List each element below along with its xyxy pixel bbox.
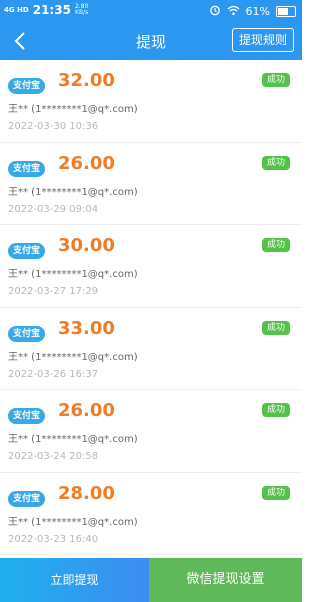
withdraw-now-button[interactable]: 立即提现: [0, 558, 149, 602]
list-item[interactable]: 支付宝 30.00 成功 王** (1********1@q*.com) 202…: [0, 225, 302, 308]
withdraw-amount: 28.00: [58, 482, 115, 504]
account-text: 王** (1********1@q*.com): [8, 351, 138, 363]
timestamp: 2022-03-29 09:04: [8, 203, 99, 215]
withdraw-amount: 33.00: [58, 317, 115, 339]
payment-method-badge: 支付宝: [8, 325, 46, 342]
withdraw-record-list: 支付宝 32.00 成功 王** (1********1@q*.com) 202…: [0, 60, 302, 555]
payment-method-badge: 支付宝: [8, 78, 46, 94]
status-badge: 成功: [261, 155, 290, 170]
list-item[interactable]: 支付宝 28.00 成功 王** (1********1@q*.com) 202…: [0, 472, 302, 555]
status-badge: 成功: [261, 403, 290, 417]
timestamp: 2022-03-30 10:36: [8, 121, 99, 132]
payment-method-badge: 支付宝: [8, 160, 46, 177]
wechat-withdraw-settings-button[interactable]: 微信提现设置: [149, 558, 302, 602]
account-text: 王** (1********1@q*.com): [8, 516, 138, 528]
timestamp: 2022-03-26 16:37: [8, 368, 99, 380]
withdraw-amount: 30.00: [58, 235, 115, 256]
account-text: 王** (1********1@q*.com): [8, 104, 138, 115]
withdraw-amount: 32.00: [58, 70, 115, 91]
payment-method-badge: 支付宝: [8, 408, 46, 424]
signal-indicator: 4G HD: [4, 5, 29, 14]
wifi-icon: [227, 5, 240, 19]
account-text: 王** (1********1@q*.com): [8, 434, 138, 445]
list-item[interactable]: 支付宝 33.00 成功 王** (1********1@q*.com) 202…: [0, 307, 302, 390]
status-left: 4G HD 21:35 2.80 KB/s: [4, 3, 88, 17]
timestamp: 2022-03-27 17:29: [8, 286, 99, 297]
status-badge: 成功: [261, 320, 290, 335]
list-item[interactable]: 支付宝 32.00 成功 王** (1********1@q*.com) 202…: [0, 60, 302, 143]
status-badge: 成功: [261, 73, 290, 87]
account-text: 王** (1********1@q*.com): [8, 269, 138, 280]
payment-method-badge: 支付宝: [8, 243, 46, 259]
nav-bar: 提现 提现规则: [0, 22, 302, 60]
battery-fill: [278, 8, 288, 15]
list-item[interactable]: 支付宝 26.00 成功 王** (1********1@q*.com) 202…: [0, 390, 302, 473]
timestamp: 2022-03-24 20:58: [8, 451, 99, 462]
battery-icon: [276, 6, 296, 17]
status-time: 21:35: [32, 3, 71, 17]
status-bar: 4G HD 21:35 2.80 KB/s 61%: [0, 0, 302, 22]
withdraw-rules-button[interactable]: 提现规则: [231, 28, 294, 52]
account-text: 王** (1********1@q*.com): [8, 186, 138, 198]
bottom-action-bar: 立即提现 微信提现设置: [0, 558, 302, 602]
payment-method-badge: 支付宝: [8, 490, 46, 507]
withdraw-amount: 26.00: [58, 152, 115, 174]
status-right: 61%: [209, 4, 296, 19]
battery-percent: 61%: [245, 5, 270, 18]
alarm-icon: [209, 4, 221, 19]
status-badge: 成功: [261, 238, 290, 252]
status-badge: 成功: [261, 485, 290, 500]
speed-unit: KB/s: [75, 9, 89, 16]
timestamp: 2022-03-23 16:40: [8, 533, 99, 545]
network-speed: 2.80 KB/s: [75, 4, 88, 16]
withdraw-amount: 26.00: [58, 400, 115, 421]
list-item[interactable]: 支付宝 26.00 成功 王** (1********1@q*.com) 202…: [0, 142, 302, 225]
